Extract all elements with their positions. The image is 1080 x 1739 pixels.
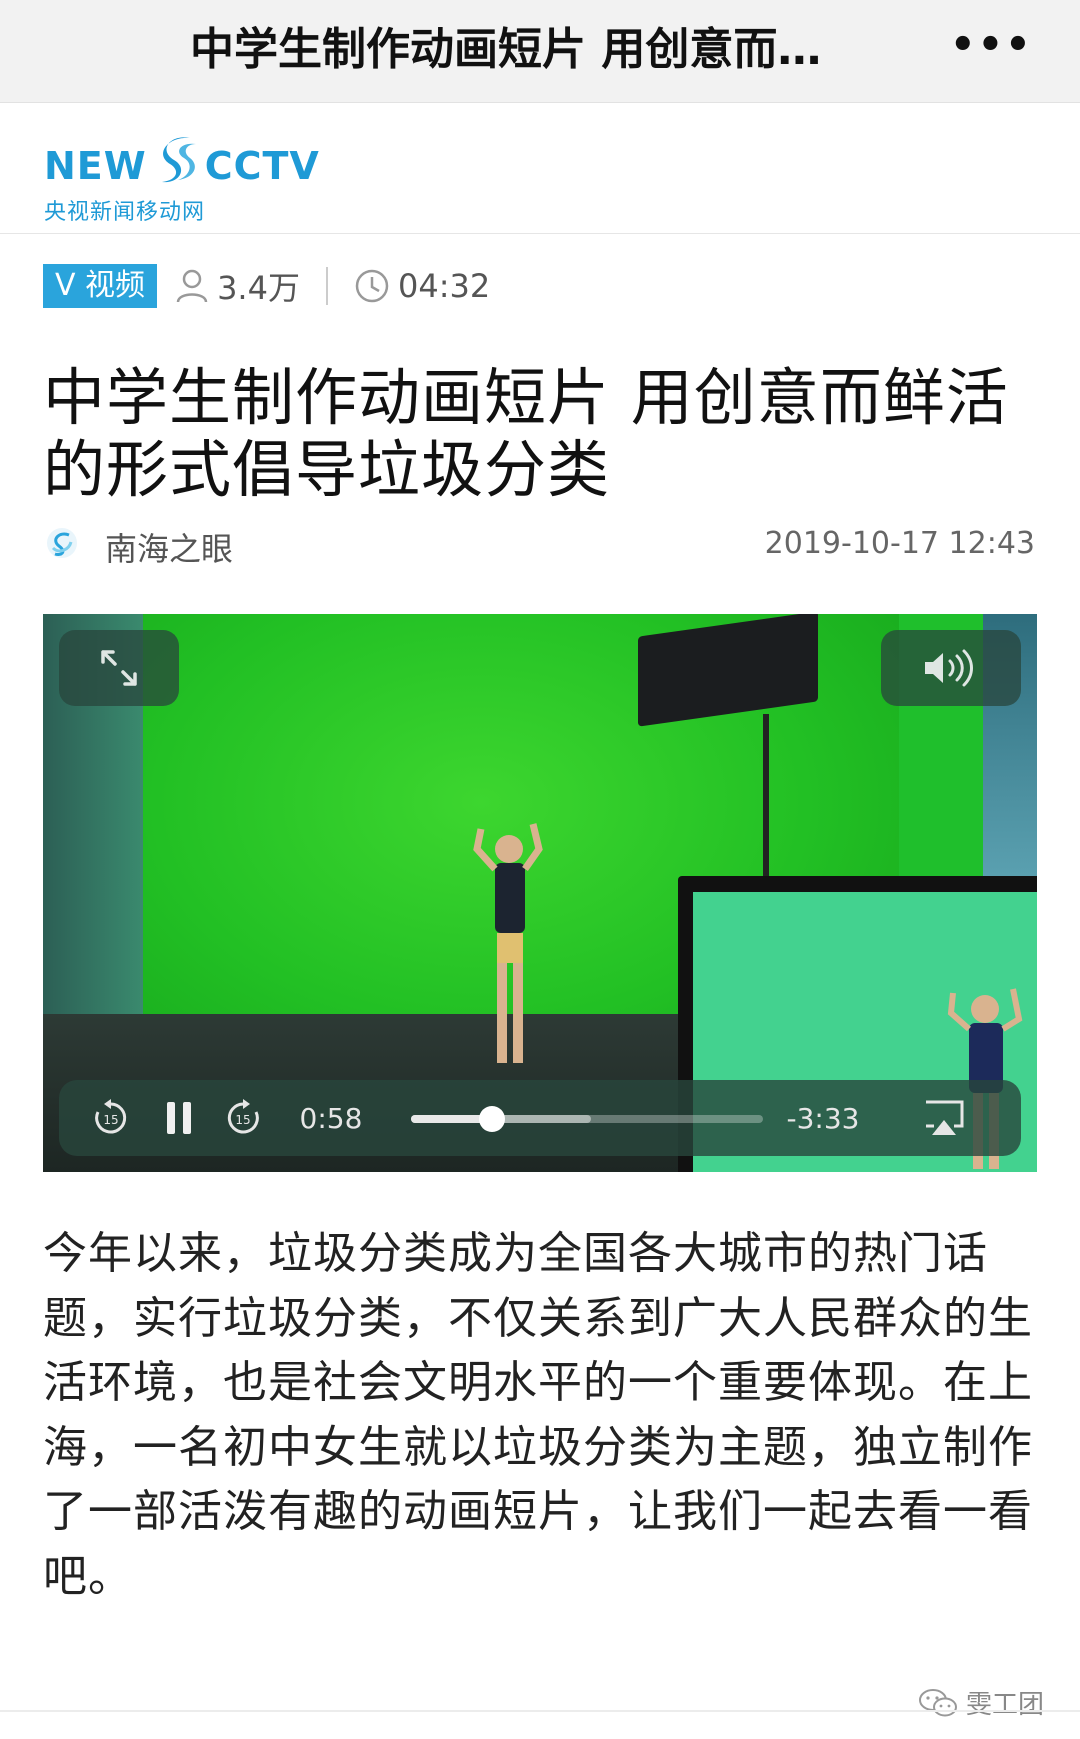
- elapsed-time: 0:58: [299, 1101, 363, 1135]
- logo-word-new: NEW: [44, 144, 147, 188]
- user-icon: [176, 269, 208, 303]
- article-headline: 中学生制作动画短片 用创意而鲜活的形式倡导垃圾分类: [43, 361, 1009, 506]
- bottom-divider: [0, 1710, 1080, 1712]
- skip-forward-15-icon: 15: [227, 1099, 259, 1134]
- pause-icon: [167, 1102, 191, 1134]
- article-meta: V 视频 3.4万 04:32: [43, 262, 490, 310]
- site-header: NEW CCTV 央视新闻移动网: [0, 104, 1080, 234]
- logo-subtitle: 央视新闻移动网: [44, 200, 206, 225]
- cctv-swirl-icon: [162, 137, 196, 183]
- playback-controls: 15 15 0:58 -3:33: [59, 1080, 1021, 1156]
- wechat-watermark: 雯工团: [918, 1684, 1044, 1721]
- nav-title: 中学生制作动画短片 用创意而…: [190, 24, 822, 75]
- fullscreen-button[interactable]: [59, 630, 179, 706]
- source-name[interactable]: 南海之眼: [105, 524, 233, 570]
- pause-button[interactable]: [155, 1080, 203, 1156]
- skip-forward-seconds: 15: [235, 1113, 250, 1127]
- skip-back-button[interactable]: 15: [87, 1080, 135, 1156]
- duration-text: 04:32: [397, 267, 491, 305]
- source-row: 南海之眼 2019-10-17 12:43: [45, 520, 1035, 570]
- skip-back-15-icon: 15: [95, 1099, 127, 1134]
- clock-icon: [355, 269, 389, 303]
- watermark-text: 雯工团: [965, 1690, 1044, 1720]
- video-badge: V 视频: [43, 264, 158, 308]
- meta-divider: [325, 267, 328, 305]
- source-avatar-icon: [47, 528, 77, 558]
- seek-bar[interactable]: [411, 1106, 763, 1132]
- more-options-button[interactable]: •••: [950, 25, 1031, 70]
- top-nav-bar: 中学生制作动画短片 用创意而… •••: [0, 0, 1080, 103]
- airplay-button[interactable]: [909, 1080, 979, 1156]
- view-count: 3.4万: [175, 263, 300, 309]
- video-duration: 04:32: [354, 267, 490, 305]
- view-count-text: 3.4万: [217, 269, 300, 307]
- skip-forward-button[interactable]: 15: [219, 1080, 267, 1156]
- remaining-time: -3:33: [786, 1101, 860, 1135]
- article-body: 今年以来，垃圾分类成为全国各大城市的热门话题，实行垃圾分类，不仅关系到广大人民群…: [43, 1228, 1033, 1602]
- wechat-icon: [918, 1688, 957, 1716]
- airplay-icon: [926, 1100, 964, 1135]
- expand-icon: [101, 650, 137, 686]
- skip-back-seconds: 15: [103, 1113, 118, 1127]
- speaker-icon: [925, 649, 973, 687]
- volume-button[interactable]: [881, 630, 1021, 706]
- publish-date: 2019-10-17 12:43: [764, 526, 1035, 561]
- video-frame-person: [473, 823, 543, 1063]
- seek-bar-handle[interactable]: [478, 1106, 505, 1132]
- video-player[interactable]: 15 15 0:58 -3:33: [43, 614, 1037, 1172]
- logo-word-cctv: CCTV: [204, 144, 320, 188]
